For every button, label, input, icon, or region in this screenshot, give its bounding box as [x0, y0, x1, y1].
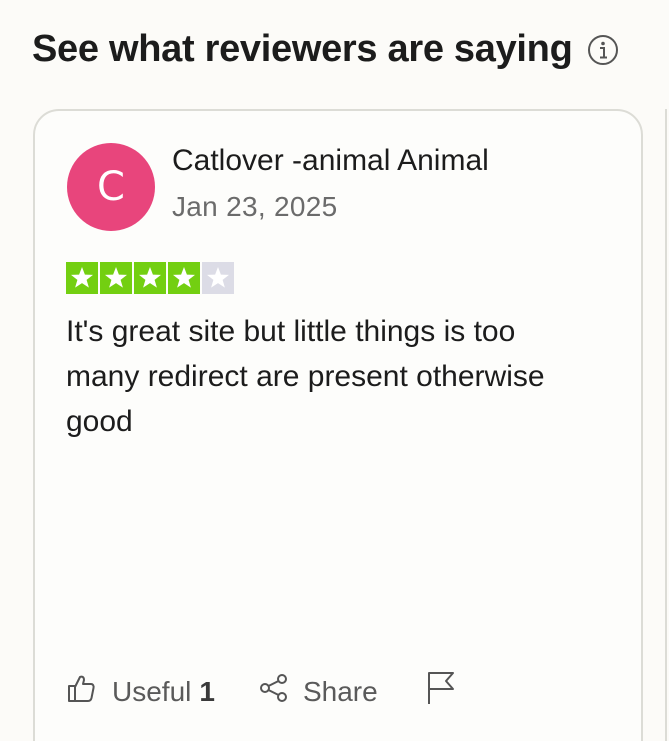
star-empty-icon: [202, 262, 234, 294]
reviewer-name[interactable]: Catlover -animal Animal: [172, 144, 489, 178]
useful-count: 1: [199, 675, 215, 707]
avatar-letter: C: [97, 164, 125, 210]
share-button[interactable]: Share: [259, 673, 378, 710]
section-heading: See what reviewers are saying: [32, 28, 573, 70]
review-date: Jan 23, 2025: [172, 191, 338, 222]
useful-label: Useful: [112, 675, 192, 707]
useful-button[interactable]: Useful 1: [66, 673, 215, 710]
share-icon: [259, 673, 289, 710]
thumbs-up-icon: [66, 673, 96, 710]
star-filled-icon: [100, 262, 132, 294]
flag-icon: [426, 671, 456, 712]
star-rating: [66, 262, 234, 294]
review-text: It's great site but little things is too…: [66, 315, 545, 438]
avatar: C: [67, 143, 155, 231]
heading-row: See what reviewers are saying: [32, 28, 619, 71]
info-icon[interactable]: [587, 34, 619, 66]
star-filled-icon: [134, 262, 166, 294]
next-review-card-edge[interactable]: [665, 109, 669, 741]
review-card[interactable]: C Catlover -animal Animal Jan 23, 2025 I…: [33, 109, 643, 741]
share-label: Share: [302, 675, 378, 707]
report-button[interactable]: [426, 671, 456, 712]
star-filled-icon: [168, 262, 200, 294]
review-actions: Useful 1 Share: [66, 671, 456, 712]
star-filled-icon: [66, 262, 98, 294]
reviews-section: See what reviewers are saying C Catlover…: [0, 0, 669, 741]
